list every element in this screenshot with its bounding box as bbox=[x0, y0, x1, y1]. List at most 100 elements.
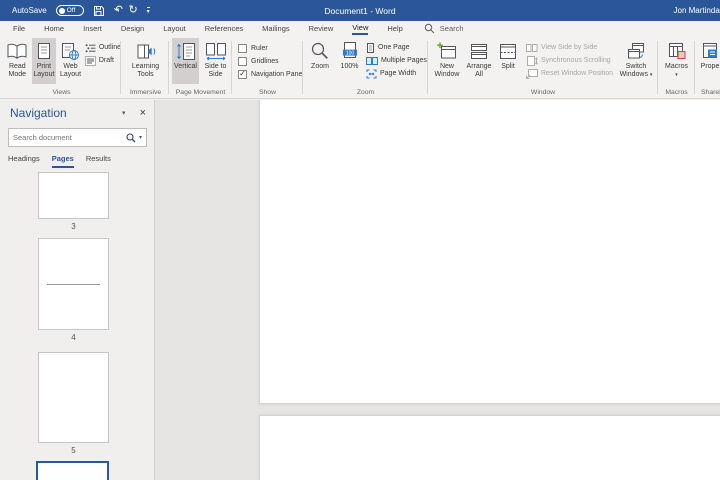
document-page-1[interactable] bbox=[259, 100, 720, 404]
tab-layout[interactable]: Layout bbox=[163, 24, 186, 33]
outline-icon bbox=[85, 43, 96, 53]
one-page-button[interactable]: One Page bbox=[366, 42, 428, 53]
page-thumbnail-6-selected[interactable] bbox=[36, 461, 109, 480]
macros-dropdown-icon: ▾ bbox=[675, 72, 678, 78]
quick-access-toolbar: AutoSave Off ↶ ▾ ↻ ▾ bbox=[0, 5, 150, 17]
learning-tools-button[interactable]: Learning Tools bbox=[128, 38, 164, 84]
search-box[interactable]: Search bbox=[424, 23, 464, 34]
ribbon-group-macros: Macros▾ Macros bbox=[658, 38, 695, 97]
synchronous-scrolling-icon bbox=[526, 56, 538, 66]
undo-dropdown-icon[interactable]: ▾ bbox=[117, 8, 120, 14]
navigation-search-input[interactable] bbox=[13, 133, 126, 142]
title-bar: AutoSave Off ↶ ▾ ↻ ▾ Document1 - Word Jo… bbox=[0, 0, 720, 21]
search-icon bbox=[424, 23, 435, 34]
one-page-icon bbox=[366, 43, 375, 53]
autosave-toggle[interactable]: Off bbox=[56, 5, 84, 16]
split-icon bbox=[498, 40, 518, 62]
gridlines-checkbox-box bbox=[238, 57, 247, 66]
ribbon-group-page-movement: Vertical Side to Side Page Movement bbox=[169, 38, 232, 97]
ribbon-group-window: New Window Arrange All Split View Side b… bbox=[428, 38, 658, 97]
user-account-name[interactable]: Jon Martindale bbox=[674, 6, 720, 15]
tab-mailings[interactable]: Mailings bbox=[262, 24, 290, 33]
zoom-button[interactable]: Zoom bbox=[307, 38, 333, 84]
navigation-tab-headings[interactable]: Headings bbox=[8, 154, 40, 168]
reset-window-position-button[interactable]: Reset Window Position bbox=[526, 68, 614, 79]
tab-home[interactable]: Home bbox=[44, 24, 64, 33]
ruler-checkbox[interactable]: Ruler bbox=[238, 43, 303, 53]
page-thumbnail-5[interactable] bbox=[38, 352, 109, 443]
zoom-100-button[interactable]: 100 100% bbox=[336, 38, 363, 84]
properties-button[interactable]: Prope bbox=[695, 38, 720, 84]
zoom-group-label: Zoom bbox=[303, 89, 428, 96]
tab-view[interactable]: View bbox=[352, 23, 368, 35]
navigation-pane-checkbox[interactable]: ✓ Navigation Pane bbox=[238, 69, 303, 79]
web-layout-icon bbox=[61, 40, 80, 62]
read-mode-button[interactable]: Read Mode bbox=[5, 38, 30, 84]
redo-icon[interactable]: ↻ bbox=[128, 5, 137, 16]
navigation-pane-title: Navigation bbox=[10, 106, 122, 120]
view-side-by-side-button[interactable]: View Side by Side bbox=[526, 42, 614, 53]
tab-design[interactable]: Design bbox=[121, 24, 144, 33]
learning-tools-icon bbox=[135, 40, 157, 62]
print-layout-icon bbox=[36, 40, 52, 62]
ruler-checkbox-box bbox=[238, 44, 247, 53]
ribbon-group-show: Ruler Gridlines ✓ Navigation Pane Show bbox=[232, 38, 303, 97]
sharepoint-group-label: ShareP bbox=[695, 89, 720, 96]
vertical-button[interactable]: Vertical bbox=[172, 38, 199, 84]
macros-icon bbox=[667, 40, 687, 62]
tab-file[interactable]: File bbox=[13, 24, 25, 33]
tab-help[interactable]: Help bbox=[387, 24, 402, 33]
tab-review[interactable]: Review bbox=[309, 24, 334, 33]
page-thumbnail-4-text-line bbox=[47, 284, 100, 285]
views-group-label: Views bbox=[2, 89, 121, 96]
new-window-button[interactable]: New Window bbox=[432, 38, 462, 84]
navigation-search-box[interactable]: ▾ bbox=[8, 128, 147, 147]
navigation-tab-results[interactable]: Results bbox=[86, 154, 111, 168]
svg-text:100: 100 bbox=[345, 50, 354, 56]
print-layout-button[interactable]: Print Layout bbox=[32, 38, 57, 84]
web-layout-button[interactable]: Web Layout bbox=[58, 38, 83, 84]
switch-windows-button[interactable]: Switch Windows ▾ bbox=[616, 38, 656, 84]
tab-insert[interactable]: Insert bbox=[83, 24, 102, 33]
autosave-state: Off bbox=[67, 7, 76, 14]
arrange-all-button[interactable]: Arrange All bbox=[464, 38, 494, 84]
synchronous-scrolling-button[interactable]: Synchronous Scrolling bbox=[526, 55, 614, 66]
macros-group-label: Macros bbox=[658, 89, 695, 96]
search-label: Search bbox=[440, 24, 464, 33]
ribbon-group-immersive: Learning Tools Immersive bbox=[122, 38, 169, 97]
ribbon-tab-bar: File Home Insert Design Layout Reference… bbox=[0, 21, 720, 36]
page-thumbnail-4-number: 4 bbox=[38, 333, 109, 342]
draft-button[interactable]: Draft bbox=[85, 55, 121, 66]
multiple-pages-button[interactable]: Multiple Pages bbox=[366, 55, 428, 66]
document-page-2[interactable] bbox=[259, 415, 720, 480]
word-window: AutoSave Off ↶ ▾ ↻ ▾ Document1 - Word Jo… bbox=[0, 0, 720, 480]
switch-windows-dropdown-icon: ▾ bbox=[650, 72, 653, 78]
page-thumbnail-4[interactable] bbox=[38, 238, 109, 330]
save-icon[interactable] bbox=[93, 5, 105, 17]
reset-window-position-icon bbox=[526, 69, 538, 79]
ribbon-group-views: Read Mode Print Layout Web Layout Outlin… bbox=[2, 38, 121, 97]
autosave-label: AutoSave bbox=[12, 6, 47, 15]
view-side-by-side-icon bbox=[526, 43, 538, 53]
navigation-pane-options-icon[interactable]: ▾ bbox=[122, 109, 126, 117]
document-workspace: Navigation ▾ × ▾ Headings Pages Results … bbox=[0, 100, 720, 480]
macros-button[interactable]: Macros▾ bbox=[661, 38, 693, 84]
page-width-button[interactable]: Page Width bbox=[366, 68, 428, 79]
zoom-100-icon: 100 bbox=[342, 40, 358, 62]
autosave-toggle-knob bbox=[59, 8, 65, 14]
vertical-icon bbox=[176, 40, 196, 62]
page-thumbnail-3[interactable] bbox=[38, 172, 109, 219]
navigation-pane-close-icon[interactable]: × bbox=[140, 107, 146, 119]
new-window-icon bbox=[437, 40, 457, 62]
tab-references[interactable]: References bbox=[205, 24, 243, 33]
navigation-tab-pages[interactable]: Pages bbox=[52, 154, 74, 168]
customize-quick-access-icon[interactable]: ▾ bbox=[147, 7, 150, 15]
multiple-pages-icon bbox=[366, 56, 378, 66]
navigation-search-icon[interactable] bbox=[126, 133, 136, 143]
gridlines-checkbox[interactable]: Gridlines bbox=[238, 56, 303, 66]
side-to-side-button[interactable]: Side to Side bbox=[201, 38, 230, 84]
immersive-group-label: Immersive bbox=[122, 89, 169, 96]
navigation-search-dropdown-icon[interactable]: ▾ bbox=[139, 134, 142, 141]
split-button[interactable]: Split bbox=[496, 38, 520, 84]
outline-button[interactable]: Outline bbox=[85, 42, 121, 53]
